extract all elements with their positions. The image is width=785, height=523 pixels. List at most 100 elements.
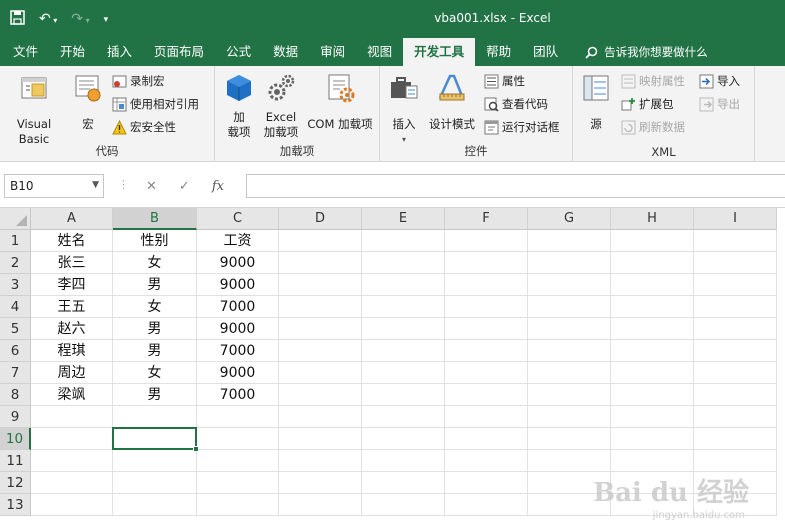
cell-b1[interactable]: 性别: [113, 230, 197, 252]
cell-e9[interactable]: [362, 406, 445, 428]
cell-e13[interactable]: [362, 494, 445, 516]
cell-e11[interactable]: [362, 450, 445, 472]
cell-a7[interactable]: 周边: [31, 362, 113, 384]
cell-f8[interactable]: [445, 384, 528, 406]
row-header-2[interactable]: 2: [0, 252, 31, 274]
row-header-10[interactable]: 10: [0, 428, 31, 450]
cell-e1[interactable]: [362, 230, 445, 252]
cell-a11[interactable]: [31, 450, 113, 472]
column-header-c[interactable]: C: [197, 208, 279, 230]
design-mode-button[interactable]: 设计模式: [424, 72, 480, 132]
insert-control-button[interactable]: 插入 ▾: [386, 72, 422, 147]
cell-a10[interactable]: [31, 428, 113, 450]
com-addins-button[interactable]: COM 加载项: [305, 72, 375, 132]
cell-c6[interactable]: 7000: [197, 340, 279, 362]
cell-g7[interactable]: [528, 362, 611, 384]
row-header-11[interactable]: 11: [0, 450, 31, 472]
tab-review[interactable]: 审阅: [309, 38, 356, 66]
cell-b12[interactable]: [113, 472, 197, 494]
cell-e8[interactable]: [362, 384, 445, 406]
cell-e4[interactable]: [362, 296, 445, 318]
cell-c1[interactable]: 工资: [197, 230, 279, 252]
tab-formulas[interactable]: 公式: [215, 38, 262, 66]
cell-h11[interactable]: [611, 450, 694, 472]
column-header-f[interactable]: F: [445, 208, 528, 230]
row-header-3[interactable]: 3: [0, 274, 31, 296]
cell-f12[interactable]: [445, 472, 528, 494]
tab-view[interactable]: 视图: [356, 38, 403, 66]
properties-button[interactable]: 属性: [484, 73, 525, 89]
cancel-icon[interactable]: ✕: [146, 179, 157, 194]
map-properties-button[interactable]: 映射属性: [621, 73, 685, 89]
cell-c8[interactable]: 7000: [197, 384, 279, 406]
column-header-i[interactable]: I: [694, 208, 777, 230]
cell-h6[interactable]: [611, 340, 694, 362]
tab-help[interactable]: 帮助: [475, 38, 522, 66]
cell-g3[interactable]: [528, 274, 611, 296]
visual-basic-button[interactable]: Visual Basic: [2, 72, 66, 147]
macro-security-button[interactable]: 宏安全性: [112, 119, 176, 135]
column-header-b[interactable]: B: [113, 208, 197, 230]
cell-d2[interactable]: [279, 252, 362, 274]
column-header-h[interactable]: H: [611, 208, 694, 230]
column-header-a[interactable]: A: [31, 208, 113, 230]
cell-i1[interactable]: [694, 230, 777, 252]
cell-h7[interactable]: [611, 362, 694, 384]
cell-b11[interactable]: [113, 450, 197, 472]
tab-team[interactable]: 团队: [522, 38, 569, 66]
cell-d8[interactable]: [279, 384, 362, 406]
cell-a12[interactable]: [31, 472, 113, 494]
fill-handle[interactable]: [193, 446, 199, 452]
cell-b13[interactable]: [113, 494, 197, 516]
cell-f6[interactable]: [445, 340, 528, 362]
cell-h1[interactable]: [611, 230, 694, 252]
cell-c11[interactable]: [197, 450, 279, 472]
tab-page-layout[interactable]: 页面布局: [143, 38, 215, 66]
cell-f5[interactable]: [445, 318, 528, 340]
cell-g10[interactable]: [528, 428, 611, 450]
cell-g4[interactable]: [528, 296, 611, 318]
cell-i3[interactable]: [694, 274, 777, 296]
xml-export-button[interactable]: 导出: [699, 96, 740, 112]
tab-developer[interactable]: 开发工具: [403, 38, 476, 66]
cell-b3[interactable]: 男: [113, 274, 197, 296]
cell-h9[interactable]: [611, 406, 694, 428]
cell-b7[interactable]: 女: [113, 362, 197, 384]
row-header-1[interactable]: 1: [0, 230, 31, 252]
cell-i8[interactable]: [694, 384, 777, 406]
enter-icon[interactable]: ✓: [179, 179, 190, 194]
cell-a13[interactable]: [31, 494, 113, 516]
cell-f2[interactable]: [445, 252, 528, 274]
cell-d12[interactable]: [279, 472, 362, 494]
cell-f9[interactable]: [445, 406, 528, 428]
cell-a5[interactable]: 赵六: [31, 318, 113, 340]
cell-g1[interactable]: [528, 230, 611, 252]
cell-h8[interactable]: [611, 384, 694, 406]
cell-f13[interactable]: [445, 494, 528, 516]
cell-b2[interactable]: 女: [113, 252, 197, 274]
run-dialog-button[interactable]: 运行对话框: [484, 119, 560, 135]
cell-f11[interactable]: [445, 450, 528, 472]
cell-e7[interactable]: [362, 362, 445, 384]
tab-insert[interactable]: 插入: [96, 38, 143, 66]
row-header-5[interactable]: 5: [0, 318, 31, 340]
tab-home[interactable]: 开始: [49, 38, 96, 66]
cell-d3[interactable]: [279, 274, 362, 296]
cell-h5[interactable]: [611, 318, 694, 340]
view-code-button[interactable]: 查看代码: [484, 96, 548, 112]
cell-b6[interactable]: 男: [113, 340, 197, 362]
tab-data[interactable]: 数据: [262, 38, 309, 66]
cell-d11[interactable]: [279, 450, 362, 472]
cell-g2[interactable]: [528, 252, 611, 274]
cell-d4[interactable]: [279, 296, 362, 318]
cell-c3[interactable]: 9000: [197, 274, 279, 296]
cell-d10[interactable]: [279, 428, 362, 450]
cell-d9[interactable]: [279, 406, 362, 428]
name-box-dropdown-icon[interactable]: ▼: [92, 180, 99, 190]
cell-h3[interactable]: [611, 274, 694, 296]
cell-f1[interactable]: [445, 230, 528, 252]
cell-a3[interactable]: 李四: [31, 274, 113, 296]
tell-me-box[interactable]: 告诉我你想要做什么: [569, 38, 708, 66]
formula-input[interactable]: [246, 174, 785, 198]
cell-i11[interactable]: [694, 450, 777, 472]
